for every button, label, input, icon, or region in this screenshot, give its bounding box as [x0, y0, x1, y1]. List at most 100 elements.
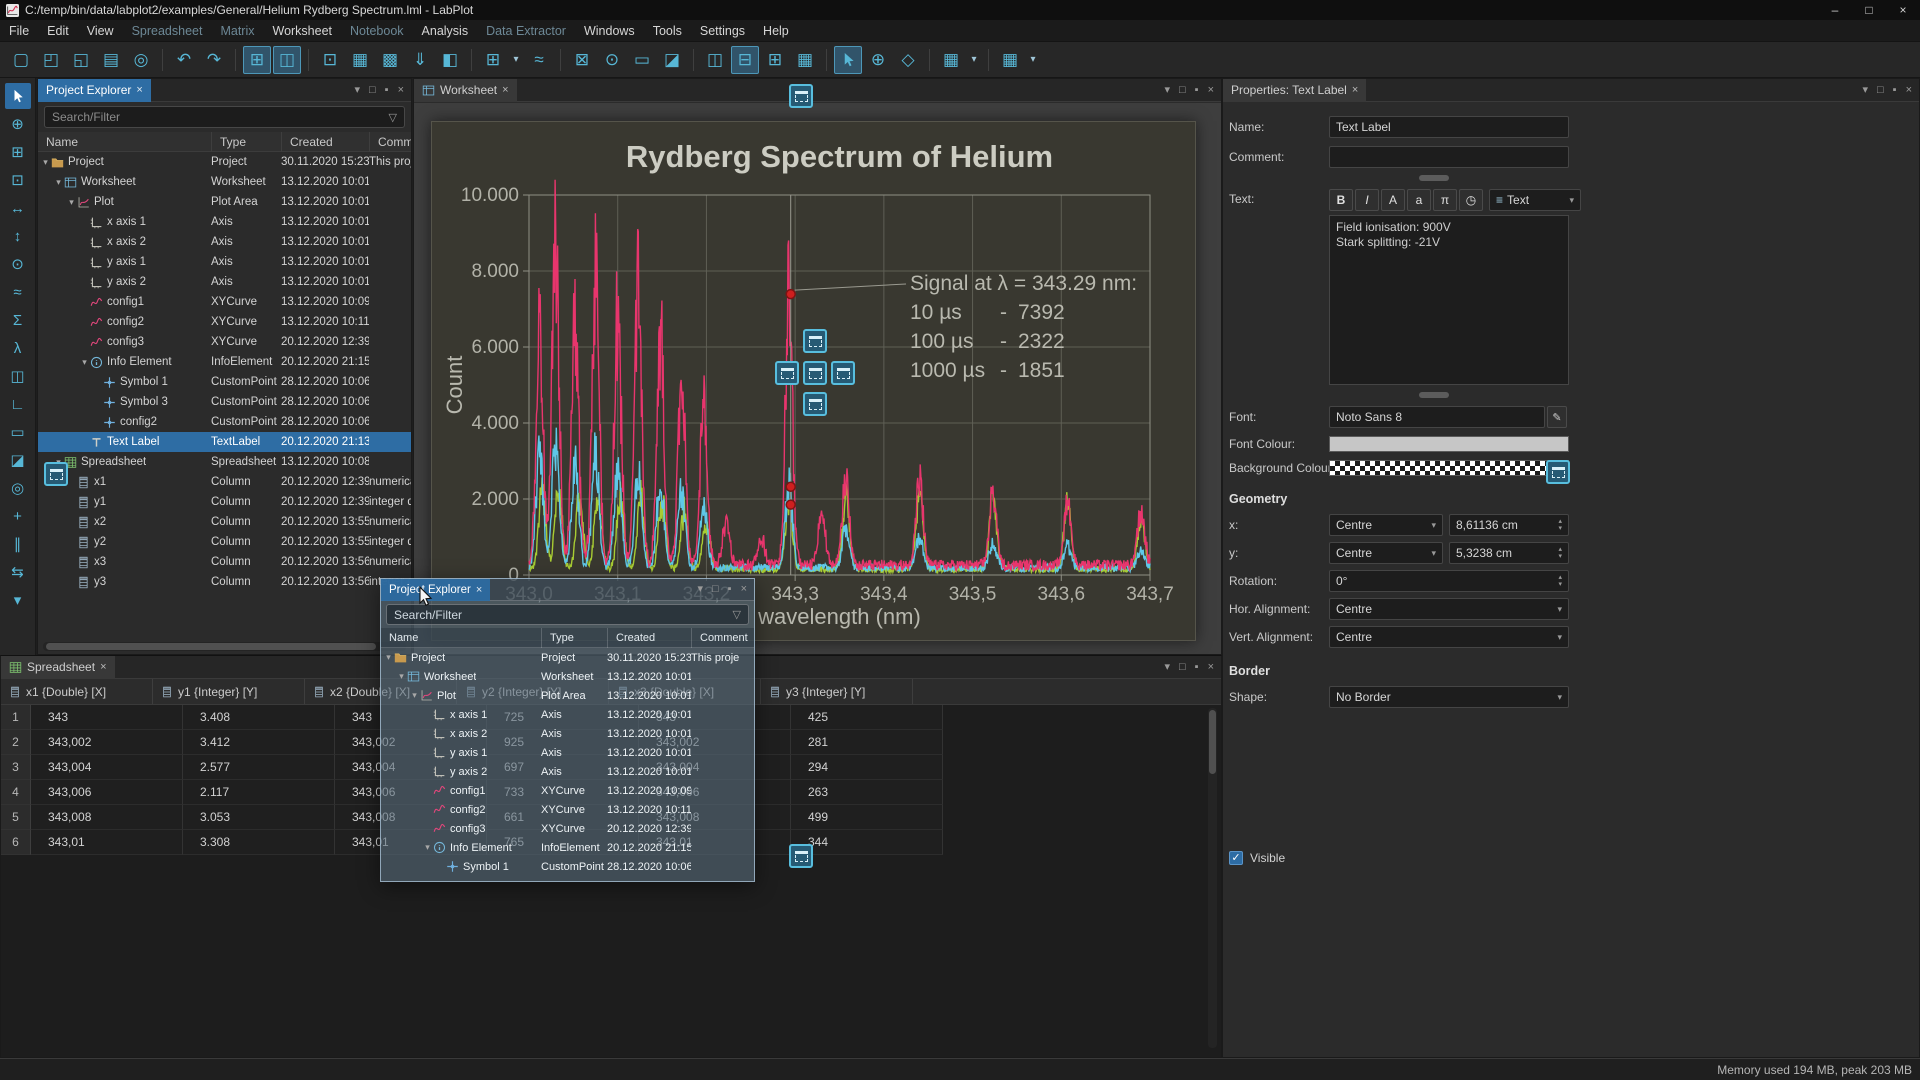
tree-item-x-axis-2[interactable]: x axis 2Axis13.12.2020 10:01	[38, 232, 411, 252]
row-header[interactable]: 2	[1, 730, 31, 755]
font-field[interactable]: Noto Sans 8	[1329, 406, 1545, 428]
menu-worksheet[interactable]: Worksheet	[264, 20, 342, 42]
spreadsheet-cell[interactable]: 281	[791, 730, 943, 755]
navigate-mode-button[interactable]: ◇	[894, 46, 922, 74]
spin-down-icon[interactable]: ▾	[1558, 525, 1562, 532]
tree-item-project[interactable]: ▾ProjectProject30.11.2020 15:23This proj…	[38, 152, 411, 172]
tool-add-equation-curve-button[interactable]: Σ	[5, 307, 31, 333]
panel-menu-icon[interactable]: ▾	[1862, 85, 1868, 96]
side-by-side-button[interactable]: ◫	[273, 46, 301, 74]
menu-windows[interactable]: Windows	[575, 20, 644, 42]
spreadsheet-cell[interactable]: 425	[791, 705, 943, 730]
y-position-combo[interactable]: Centre ▾	[1329, 542, 1443, 564]
panel-close-icon[interactable]: ×	[398, 85, 404, 96]
maximize-button[interactable]: □	[1852, 0, 1886, 20]
panel-menu-icon[interactable]: ▾	[354, 85, 360, 96]
tool-add-image-button[interactable]: ◪	[5, 447, 31, 473]
spreadsheet-cell[interactable]: 294	[791, 755, 943, 780]
zoom-select-button[interactable]: ⊠	[568, 46, 596, 74]
tool-add-reference-line-button[interactable]: ∥	[5, 531, 31, 557]
column-header-type[interactable]: Type	[211, 132, 281, 152]
spin-down-icon[interactable]: ▾	[1558, 553, 1562, 560]
panel-pin-icon[interactable]: ▪	[1893, 85, 1897, 96]
splitter-handle[interactable]	[1419, 392, 1449, 398]
spin-down-icon[interactable]: ▾	[1558, 581, 1562, 588]
spreadsheet-column-header-y1[interactable]: y1 {Integer} [Y]	[153, 679, 305, 704]
search-input[interactable]: Search/Filter ▽	[44, 106, 405, 128]
tab-project-explorer[interactable]: Project Explorer ×	[38, 79, 151, 102]
tool-add-curve-button[interactable]: ≈	[5, 279, 31, 305]
bold-button[interactable]: B	[1329, 189, 1353, 211]
menu-settings[interactable]: Settings	[691, 20, 754, 42]
tree-item-symbol-1[interactable]: Symbol 1CustomPoint28.12.2020 10:06	[38, 372, 411, 392]
tree-item-config1[interactable]: config1XYCurve13.12.2020 10:09	[38, 292, 411, 312]
close-icon[interactable]: ×	[136, 84, 142, 96]
tree-item-x1[interactable]: x1Column20.12.2020 12:39numerical	[38, 472, 411, 492]
tree-item-y-axis-2[interactable]: y axis 2Axis13.12.2020 10:01	[38, 272, 411, 292]
panel-menu-icon[interactable]: ▾	[1164, 662, 1170, 673]
panel-pin-icon[interactable]: ▪	[1195, 85, 1199, 96]
menu-help[interactable]: Help	[754, 20, 798, 42]
new-spreadsheet-button[interactable]: ▦	[346, 46, 374, 74]
spreadsheet-cell[interactable]: 3.408	[183, 705, 335, 730]
spreadsheet-cell[interactable]: 343,006	[31, 780, 183, 805]
font-edit-button[interactable]: ✎	[1547, 406, 1567, 428]
close-icon[interactable]: ×	[100, 661, 106, 673]
break-layout-button[interactable]: ▦	[791, 46, 819, 74]
duplicate-button[interactable]: ◧	[436, 46, 464, 74]
tree-item-info-element[interactable]: ▾Info ElementInfoElement20.12.2020 21:15	[38, 352, 411, 372]
splitter-handle[interactable]	[1419, 175, 1449, 181]
font-colour-swatch[interactable]	[1329, 436, 1569, 452]
font-size-down-button[interactable]: a	[1407, 189, 1431, 211]
dock-indicator-bottom-edge[interactable]	[789, 844, 813, 868]
close-button[interactable]: ×	[1886, 0, 1920, 20]
print-preview-button[interactable]: ◎	[127, 46, 155, 74]
panel-float-icon[interactable]: □	[1179, 85, 1186, 96]
close-icon[interactable]: ×	[502, 84, 508, 96]
tool-select-region-button[interactable]: ⊡	[5, 167, 31, 193]
tool-add-legend-button[interactable]: ◫	[5, 363, 31, 389]
vert-alignment-combo[interactable]: Centre ▾	[1329, 626, 1569, 648]
tree-item-y2[interactable]: y2Column20.12.2020 13:55integer da	[38, 532, 411, 552]
open-project-button[interactable]: ◰	[37, 46, 65, 74]
column-header-name[interactable]: Name	[38, 132, 211, 152]
insert-symbol-button[interactable]: π	[1433, 189, 1457, 211]
add-column-layout-button[interactable]: ⊟	[731, 46, 759, 74]
menu-matrix[interactable]: Matrix	[211, 20, 263, 42]
zoom-fit-button[interactable]: ⊙	[598, 46, 626, 74]
tree-item-x2[interactable]: x2Column20.12.2020 13:55numerical	[38, 512, 411, 532]
new-matrix-button[interactable]: ▩	[376, 46, 404, 74]
tool-crosshair-button[interactable]: ⊕	[5, 111, 31, 137]
tree-item-x3[interactable]: x3Column20.12.2020 13:56numerical	[38, 552, 411, 572]
scrollbar-thumb[interactable]	[46, 643, 376, 650]
close-icon[interactable]: ×	[1352, 84, 1358, 96]
dock-indicator-center-right[interactable]	[831, 361, 855, 385]
plot-apply-menu-button[interactable]: ▦	[996, 46, 1024, 74]
spreadsheet-cell[interactable]: 343	[31, 705, 183, 730]
plot-style-menu-button[interactable]: ▦	[937, 46, 965, 74]
tree-item-text-label[interactable]: Text LabelTextLabel20.12.2020 21:13	[38, 432, 411, 452]
expander-icon[interactable]: ▾	[53, 177, 64, 188]
undo-button[interactable]: ↶	[170, 46, 198, 74]
new-plot-button[interactable]: ≈	[525, 46, 553, 74]
menu-view[interactable]: View	[78, 20, 123, 42]
spreadsheet-cell[interactable]: 3.412	[183, 730, 335, 755]
row-header[interactable]: 4	[1, 780, 31, 805]
panel-pin-icon[interactable]: ▪	[728, 584, 732, 595]
worksheet-menu-button[interactable]: ▾	[509, 46, 523, 74]
tree-item-config2[interactable]: config2XYCurve13.12.2020 10:11	[38, 312, 411, 332]
scrollbar-thumb[interactable]	[1209, 710, 1216, 774]
dock-indicator-left-edge[interactable]	[44, 462, 68, 486]
new-project-button[interactable]: ▢	[7, 46, 35, 74]
rotation-spinbox[interactable]: 0° ▴▾	[1329, 570, 1569, 592]
row-header[interactable]: 3	[1, 755, 31, 780]
row-header[interactable]: 1	[1, 705, 31, 730]
comment-field[interactable]	[1329, 146, 1569, 168]
crosshair-mode-button[interactable]: ⊕	[864, 46, 892, 74]
plot-style-arrow-button[interactable]: ▾	[967, 46, 981, 74]
panel-float-icon[interactable]: □	[1877, 85, 1884, 96]
plot-apply-arrow-button[interactable]: ▾	[1026, 46, 1040, 74]
spreadsheet-cell[interactable]: 343,002	[31, 730, 183, 755]
tab-properties[interactable]: Properties: Text Label ×	[1223, 79, 1366, 102]
x-offset-spinbox[interactable]: 8,61136 cm ▴▾	[1449, 514, 1569, 536]
